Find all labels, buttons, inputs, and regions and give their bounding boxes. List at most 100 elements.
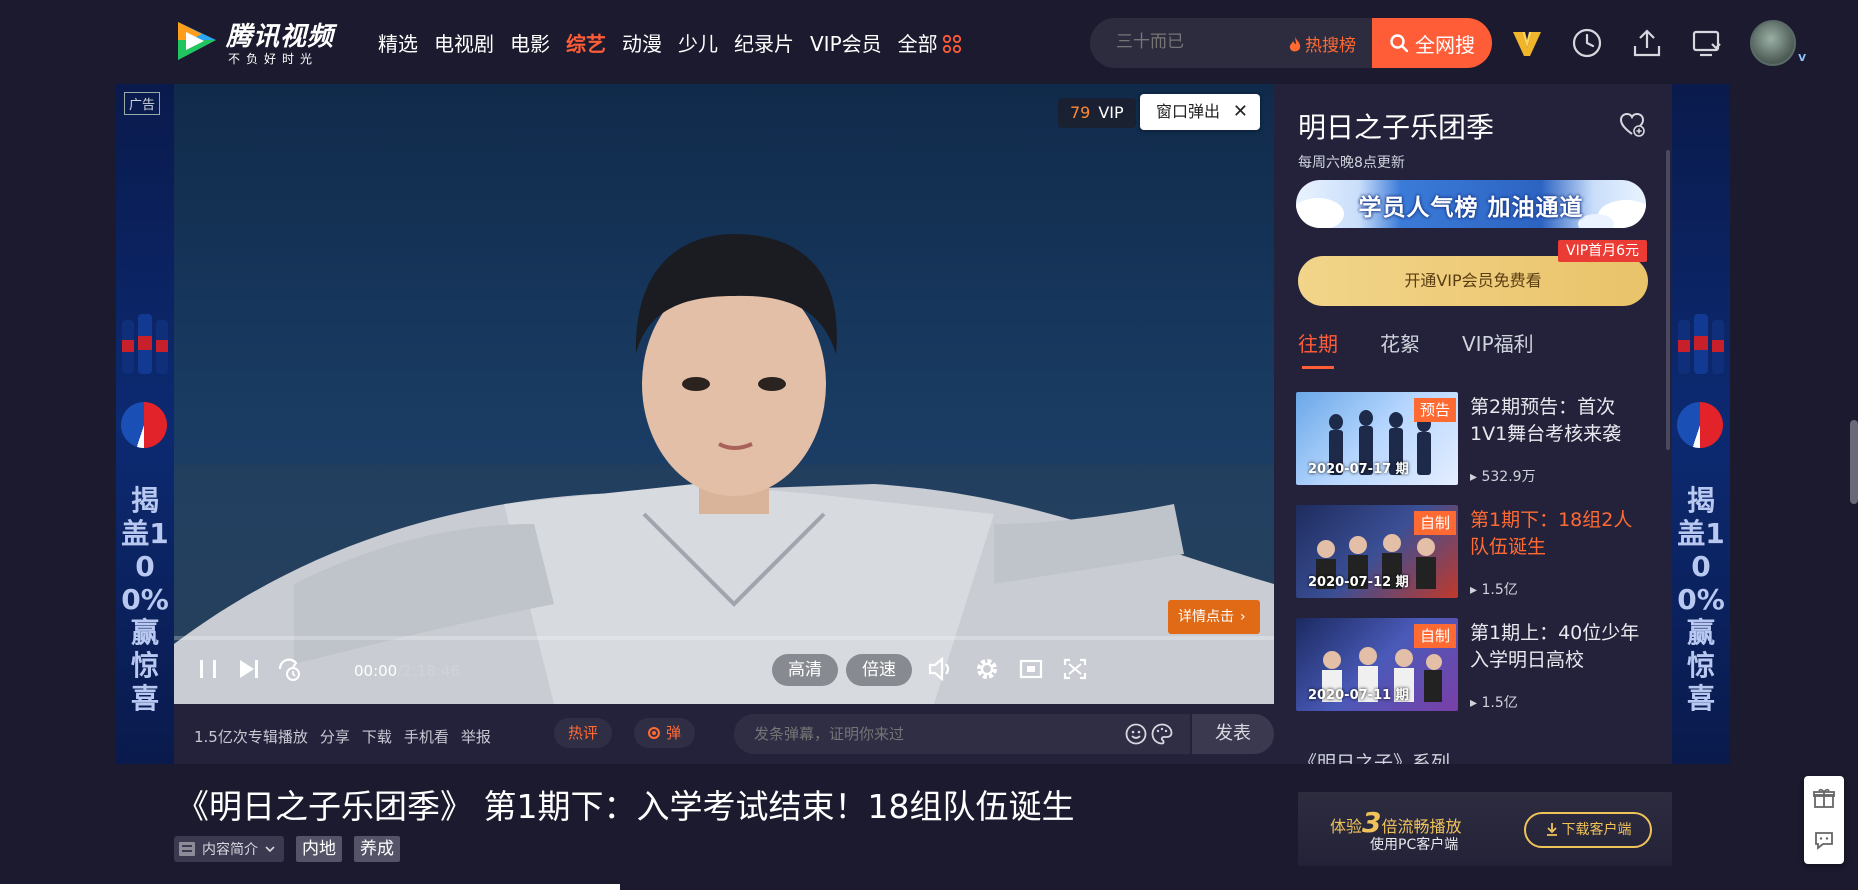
close-icon[interactable]: ✕ [1233, 94, 1248, 130]
client-download-icon[interactable] [1690, 26, 1724, 60]
emoji-icon[interactable] [1124, 722, 1148, 746]
episode-thumbnail[interactable]: 2020-07-12 期 自制 [1296, 505, 1458, 598]
right-ad-banner[interactable]: 揭盖100%赢惊喜 [1672, 84, 1730, 764]
tag-region[interactable]: 内地 [296, 836, 342, 862]
episode-date: 2020-07-12 期 [1308, 575, 1409, 590]
episode-view-count: 1.5亿 [1481, 695, 1518, 711]
left-ad-banner[interactable]: 揭盖100%赢惊喜 [116, 84, 174, 764]
video-player[interactable]: 79 VIP 窗口弹出 ✕ 详情点击 › 00:00/2:18:46 高清 倍速 [174, 84, 1274, 704]
send-danmu-button[interactable]: 发表 [1192, 714, 1274, 754]
search-input[interactable] [1116, 32, 1276, 52]
fullscreen-icon[interactable] [1060, 652, 1090, 686]
intro-label: 内容简介 [202, 842, 258, 858]
user-avatar[interactable]: V [1750, 20, 1806, 66]
share-link[interactable]: 分享 [320, 726, 350, 747]
open-vip-button[interactable]: 开通VIP会员免费看 [1298, 256, 1648, 306]
client-download-banner[interactable]: 体验3倍流畅播放 使用PC客户端 下载客户端 [1298, 792, 1672, 866]
grid-dots-icon [942, 34, 961, 54]
episode-views: ▸ 532.9万 [1470, 466, 1536, 486]
add-favorite-heart-icon[interactable] [1618, 110, 1646, 138]
hot-search-rank-link[interactable]: 热搜榜 [1288, 31, 1356, 56]
nav-item-all[interactable]: 全部 [898, 28, 962, 57]
page-scrollbar[interactable] [1850, 420, 1858, 504]
ad-slogan: 揭盖100%赢惊喜 [1677, 484, 1725, 715]
series-section-heading[interactable]: 《明日之子》系列 [1298, 748, 1450, 764]
nav-item-documentary[interactable]: 纪录片 [734, 28, 794, 57]
tencent-video-logo[interactable]: 腾讯视频 不负好时光 [172, 16, 352, 68]
nav-item-anime[interactable]: 动漫 [622, 28, 662, 57]
upload-icon[interactable] [1630, 26, 1664, 60]
feedback-chat-icon[interactable] [1812, 828, 1836, 852]
tag-genre[interactable]: 养成 [354, 836, 400, 862]
nav-item-tv-series[interactable]: 电视剧 [434, 28, 494, 57]
hot-comment-button[interactable]: 热评 [554, 718, 613, 748]
popularity-banner[interactable]: 学员人气榜 加油通道 [1296, 180, 1646, 228]
tab-past-episodes[interactable]: 往期 [1298, 328, 1338, 369]
report-link[interactable]: 举报 [461, 726, 491, 747]
nav-item-movies[interactable]: 电影 [510, 28, 550, 57]
content-intro-toggle[interactable]: 内容简介 [174, 836, 284, 862]
episode-title[interactable]: 第2期预告：首次1V1舞台考核来袭 [1470, 394, 1650, 448]
sidebar-scrollbar[interactable] [1666, 150, 1670, 450]
play-triangle-icon: ▸ [1470, 469, 1478, 485]
ad-slogan: 揭盖100%赢惊喜 [121, 484, 169, 715]
player-control-bar: 00:00/2:18:46 高清 倍速 [174, 642, 1274, 704]
total-time: /2:18:46 [397, 662, 461, 680]
episode-thumbnail[interactable]: 2020-07-17 期 预告 [1296, 392, 1458, 485]
nav-item-vip[interactable]: VIP会员 [810, 28, 882, 57]
palette-icon[interactable] [1150, 722, 1174, 746]
episode-item[interactable]: 2020-07-12 期 自制 第1期下：18组2人队伍诞生 ▸ 1.5亿 [1296, 505, 1666, 618]
detail-click-button[interactable]: 详情点击 › [1168, 600, 1260, 634]
detail-label: 详情点击 [1178, 609, 1234, 625]
search-button[interactable]: 全网搜 [1372, 18, 1492, 68]
volume-icon[interactable] [926, 652, 956, 686]
popout-window-button[interactable]: 窗口弹出 ✕ [1140, 94, 1260, 130]
soda-bottles-image [122, 314, 168, 374]
nav-item-featured[interactable]: 精选 [378, 28, 418, 57]
nav-item-variety[interactable]: 综艺 [566, 28, 606, 57]
horizontal-scrollbar[interactable] [0, 884, 620, 890]
app-root: 腾讯视频 不负好时光 精选 电视剧 电影 综艺 动漫 少儿 纪录片 VIP会员 … [0, 0, 1858, 890]
vip-promo-badge: VIP首月6元 [1558, 240, 1648, 262]
nav-item-kids[interactable]: 少儿 [678, 28, 718, 57]
episode-view-count: 1.5亿 [1481, 582, 1518, 598]
show-title[interactable]: 明日之子乐团季 [1298, 106, 1494, 146]
chevron-right-icon: › [1240, 609, 1246, 625]
theater-mode-icon[interactable] [1016, 652, 1046, 686]
pause-icon[interactable] [194, 652, 222, 686]
episode-item[interactable]: 2020-07-11 期 自制 第1期上：40位少年入学明日高校 ▸ 1.5亿 [1296, 618, 1666, 731]
episode-title[interactable]: 第1期上：40位少年入学明日高校 [1470, 620, 1650, 674]
download-link[interactable]: 下载 [362, 726, 392, 747]
gift-icon[interactable] [1812, 786, 1836, 810]
video-title: 《明日之子乐团季》 第1期下：入学考试结束！18组队伍诞生 [176, 787, 1075, 826]
play-count: 1.5亿次专辑播放 [194, 728, 308, 746]
next-episode-icon[interactable] [234, 652, 264, 686]
quality-button[interactable]: 高清 [772, 654, 838, 686]
history-clock-icon[interactable] [1570, 26, 1604, 60]
episode-title[interactable]: 第1期下：18组2人队伍诞生 [1470, 507, 1650, 561]
chevron-down-icon [265, 846, 275, 853]
episode-thumbnail[interactable]: 2020-07-11 期 自制 [1296, 618, 1458, 711]
tab-highlights[interactable]: 花絮 [1380, 328, 1420, 369]
list-icon [179, 842, 195, 856]
danmu-toggle[interactable]: 弹 [634, 718, 696, 748]
download-icon [1546, 823, 1557, 836]
episode-item[interactable]: 2020-07-17 期 预告 第2期预告：首次1V1舞台考核来袭 ▸ 532.… [1296, 392, 1666, 505]
loop-timer-icon[interactable] [274, 652, 304, 686]
video-still-figure [174, 234, 1274, 704]
settings-gear-icon[interactable] [972, 652, 1002, 686]
progress-bar[interactable] [174, 636, 1274, 640]
speed-button[interactable]: 倍速 [846, 654, 912, 686]
top-icons: V [1510, 20, 1806, 66]
mobile-watch-link[interactable]: 手机看 [404, 726, 449, 747]
floating-tools [1804, 776, 1844, 864]
tab-vip-perks[interactable]: VIP福利 [1462, 328, 1534, 369]
episode-views: ▸ 1.5亿 [1470, 579, 1518, 599]
danmu-input[interactable] [734, 714, 1190, 754]
vip-crown-icon[interactable] [1510, 26, 1544, 60]
video-meta-bar: 1.5亿次专辑播放 分享 下载 手机看 举报 热评 弹 发表 [174, 704, 1274, 764]
client-banner-subline: 使用PC客户端 [1370, 837, 1459, 853]
episode-badge: 自制 [1413, 624, 1456, 648]
search-box: 热搜榜 全网搜 [1090, 18, 1492, 68]
download-client-button[interactable]: 下载客户端 [1524, 812, 1652, 848]
